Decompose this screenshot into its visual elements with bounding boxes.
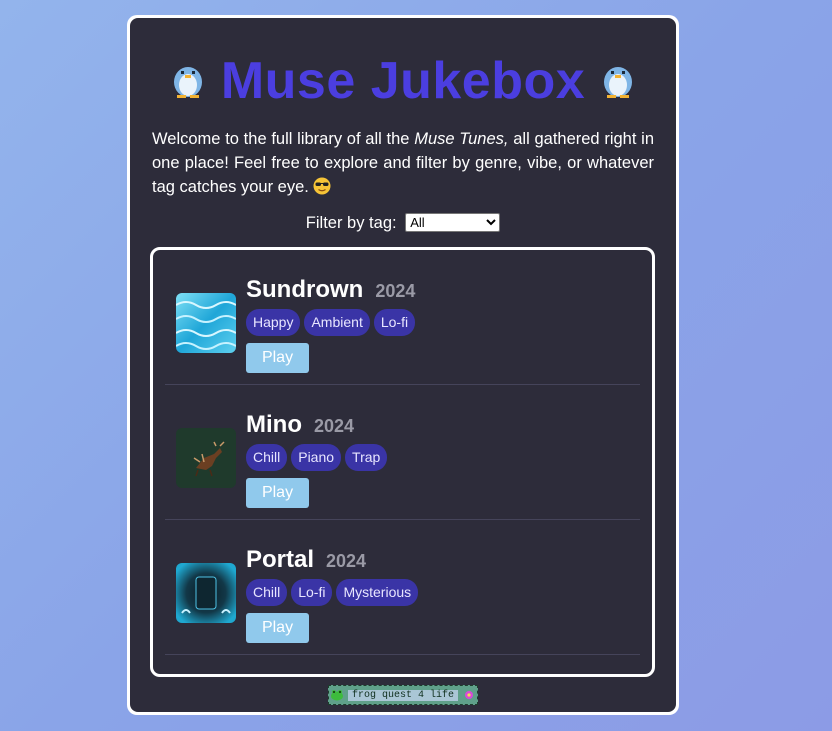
song-tags: Happy Ambient Lo-fi (246, 309, 416, 336)
title-row: Muse Jukebox (130, 46, 676, 116)
tag-happy: Happy (246, 309, 301, 336)
play-button-sundrown[interactable]: Play (246, 343, 309, 373)
song-title-row: Mino 2024 (246, 411, 354, 439)
play-button-mino[interactable]: Play (246, 478, 309, 508)
tag-piano: Piano (291, 444, 342, 471)
page-title: Muse Jukebox (220, 52, 586, 110)
tag-ambient: Ambient (304, 309, 370, 336)
play-button-portal[interactable]: Play (246, 613, 309, 643)
badge-text: frog quest 4 life (347, 689, 459, 701)
jukebox-panel: Muse Jukebox Welcome to the full library… (130, 18, 676, 712)
tag-trap: Trap (345, 444, 388, 471)
song-tags: Chill Lo-fi Mysterious (246, 579, 419, 606)
filter-label: Filter by tag: (305, 214, 397, 232)
song-tags: Chill Piano Trap (246, 444, 388, 471)
song-item: Mino 2024 Chill Piano Trap Play (165, 385, 640, 520)
frog-quest-badge[interactable]: frog quest 4 life (328, 685, 478, 705)
song-list: Sundrown 2024 Happy Ambient Lo-fi Play M… (150, 247, 655, 677)
frog-icon (330, 690, 343, 701)
song-cover-image (176, 293, 236, 353)
tag-mysterious: Mysterious (336, 579, 419, 606)
song-year: 2024 (313, 416, 355, 436)
song-title-row: Portal 2024 (246, 546, 366, 574)
song-item: Sundrown 2024 Happy Ambient Lo-fi Play (165, 250, 640, 385)
sunglasses-emoji-icon (313, 177, 331, 195)
tag-chill: Chill (246, 444, 288, 471)
tag-chill: Chill (246, 579, 288, 606)
jukebox-frame: Muse Jukebox Welcome to the full library… (127, 15, 679, 715)
intro-text: Welcome to the full library of all the M… (152, 127, 654, 199)
intro-text-emphasis: Muse Tunes, (414, 130, 509, 148)
song-title: Mino (246, 411, 302, 438)
tag-lofi: Lo-fi (291, 579, 333, 606)
song-title-row: Sundrown 2024 (246, 276, 415, 304)
tag-filter-select[interactable]: All (405, 213, 501, 232)
song-cover-image (176, 428, 236, 488)
penguin-icon (173, 67, 202, 98)
intro-text-start: Welcome to the full library of all the (152, 130, 415, 148)
song-item: Portal 2024 Chill Lo-fi Mysterious Play (165, 520, 640, 655)
song-cover-image (176, 563, 236, 623)
song-year: 2024 (326, 551, 367, 571)
penguin-icon (604, 67, 633, 98)
tag-lofi: Lo-fi (373, 309, 416, 336)
filter-row: Filter by tag: All (130, 213, 676, 233)
song-title: Sundrown (246, 276, 364, 303)
song-year: 2024 (375, 281, 416, 301)
song-title: Portal (246, 546, 315, 573)
flower-icon (465, 691, 474, 699)
